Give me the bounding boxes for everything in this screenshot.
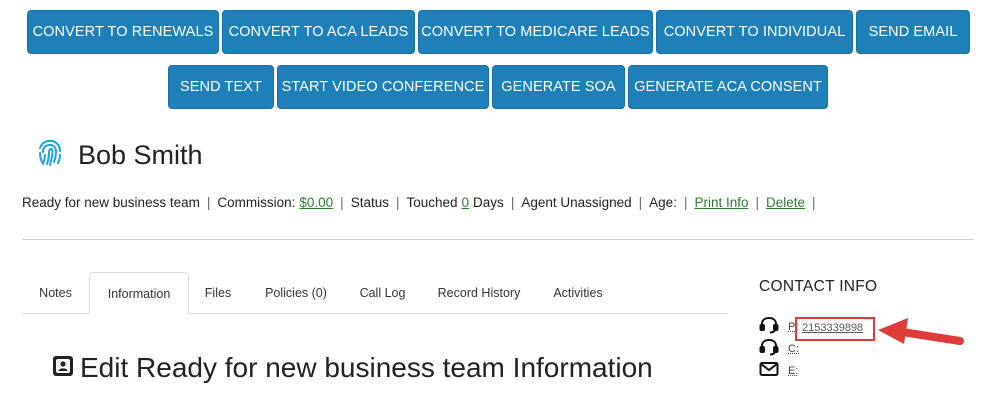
tab-activities[interactable]: Activities bbox=[538, 272, 618, 314]
tab-notes[interactable]: Notes bbox=[22, 272, 89, 314]
record-tabs: Notes Information Files Policies (0) Cal… bbox=[22, 272, 728, 315]
cell-label: C: bbox=[788, 342, 799, 355]
cell-row: C: bbox=[759, 338, 799, 359]
generate-soa-button[interactable]: GENERATE SOA bbox=[492, 65, 625, 109]
print-info-link[interactable]: Print Info bbox=[694, 195, 748, 210]
convert-to-aca-leads-button[interactable]: CONVERT TO ACA LEADS bbox=[222, 10, 415, 54]
annotation-arrow-icon bbox=[878, 318, 964, 345]
tab-policies[interactable]: Policies (0) bbox=[247, 272, 345, 314]
separator: | bbox=[340, 195, 344, 210]
envelope-icon bbox=[759, 361, 779, 380]
phone-number-link[interactable]: 2153339898 bbox=[802, 322, 863, 334]
commission-link[interactable]: $0.00 bbox=[299, 195, 333, 210]
separator: | bbox=[683, 195, 688, 210]
touched-unit: Days bbox=[473, 195, 504, 210]
email-row: E: bbox=[759, 361, 798, 380]
convert-to-renewals-button[interactable]: CONVERT TO RENEWALS bbox=[27, 10, 219, 54]
contact-card-icon bbox=[52, 352, 74, 384]
tab-call-log[interactable]: Call Log bbox=[345, 272, 420, 314]
contact-info-title: CONTACT INFO bbox=[759, 278, 878, 295]
tab-files[interactable]: Files bbox=[189, 272, 247, 314]
contact-header: Bob Smith bbox=[36, 138, 203, 173]
touched-days-link[interactable]: 0 bbox=[462, 195, 470, 210]
send-text-button[interactable]: SEND TEXT bbox=[168, 65, 274, 109]
commission-label: Commission: bbox=[217, 195, 296, 210]
separator: | bbox=[755, 195, 760, 210]
edit-section-title: Edit Ready for new business team Informa… bbox=[52, 352, 653, 384]
phone-row: P: bbox=[759, 316, 798, 337]
team-label: Ready for new business team bbox=[22, 195, 200, 210]
touched-label: Touched bbox=[406, 195, 458, 210]
contact-name: Bob Smith bbox=[78, 140, 203, 170]
divider bbox=[22, 239, 974, 240]
separator: | bbox=[395, 195, 400, 210]
fingerprint-icon bbox=[36, 138, 64, 173]
record-info-bar: Ready for new business team | Commission… bbox=[22, 195, 823, 210]
status-label: Status bbox=[350, 195, 389, 210]
convert-to-individual-button[interactable]: CONVERT TO INDIVIDUAL bbox=[656, 10, 853, 54]
start-video-conference-button[interactable]: START VIDEO CONFERENCE bbox=[277, 65, 489, 109]
headset-icon bbox=[759, 338, 779, 359]
delete-link[interactable]: Delete bbox=[766, 195, 805, 210]
age-label: Age: bbox=[649, 195, 677, 210]
email-label: E: bbox=[788, 364, 799, 377]
edit-section-title-text: Edit Ready for new business team Informa… bbox=[80, 352, 653, 383]
separator: | bbox=[812, 195, 816, 210]
separator: | bbox=[206, 195, 211, 210]
generate-aca-consent-button[interactable]: GENERATE ACA CONSENT bbox=[628, 65, 828, 109]
send-email-button[interactable]: SEND EMAIL bbox=[856, 10, 970, 54]
agent-label: Agent Unassigned bbox=[521, 195, 632, 210]
tab-record-history[interactable]: Record History bbox=[420, 272, 538, 314]
convert-to-medicare-leads-button[interactable]: CONVERT TO MEDICARE LEADS bbox=[418, 10, 653, 54]
separator: | bbox=[638, 195, 643, 210]
separator: | bbox=[510, 195, 515, 210]
headset-icon bbox=[759, 316, 779, 337]
tab-information[interactable]: Information bbox=[89, 272, 189, 315]
